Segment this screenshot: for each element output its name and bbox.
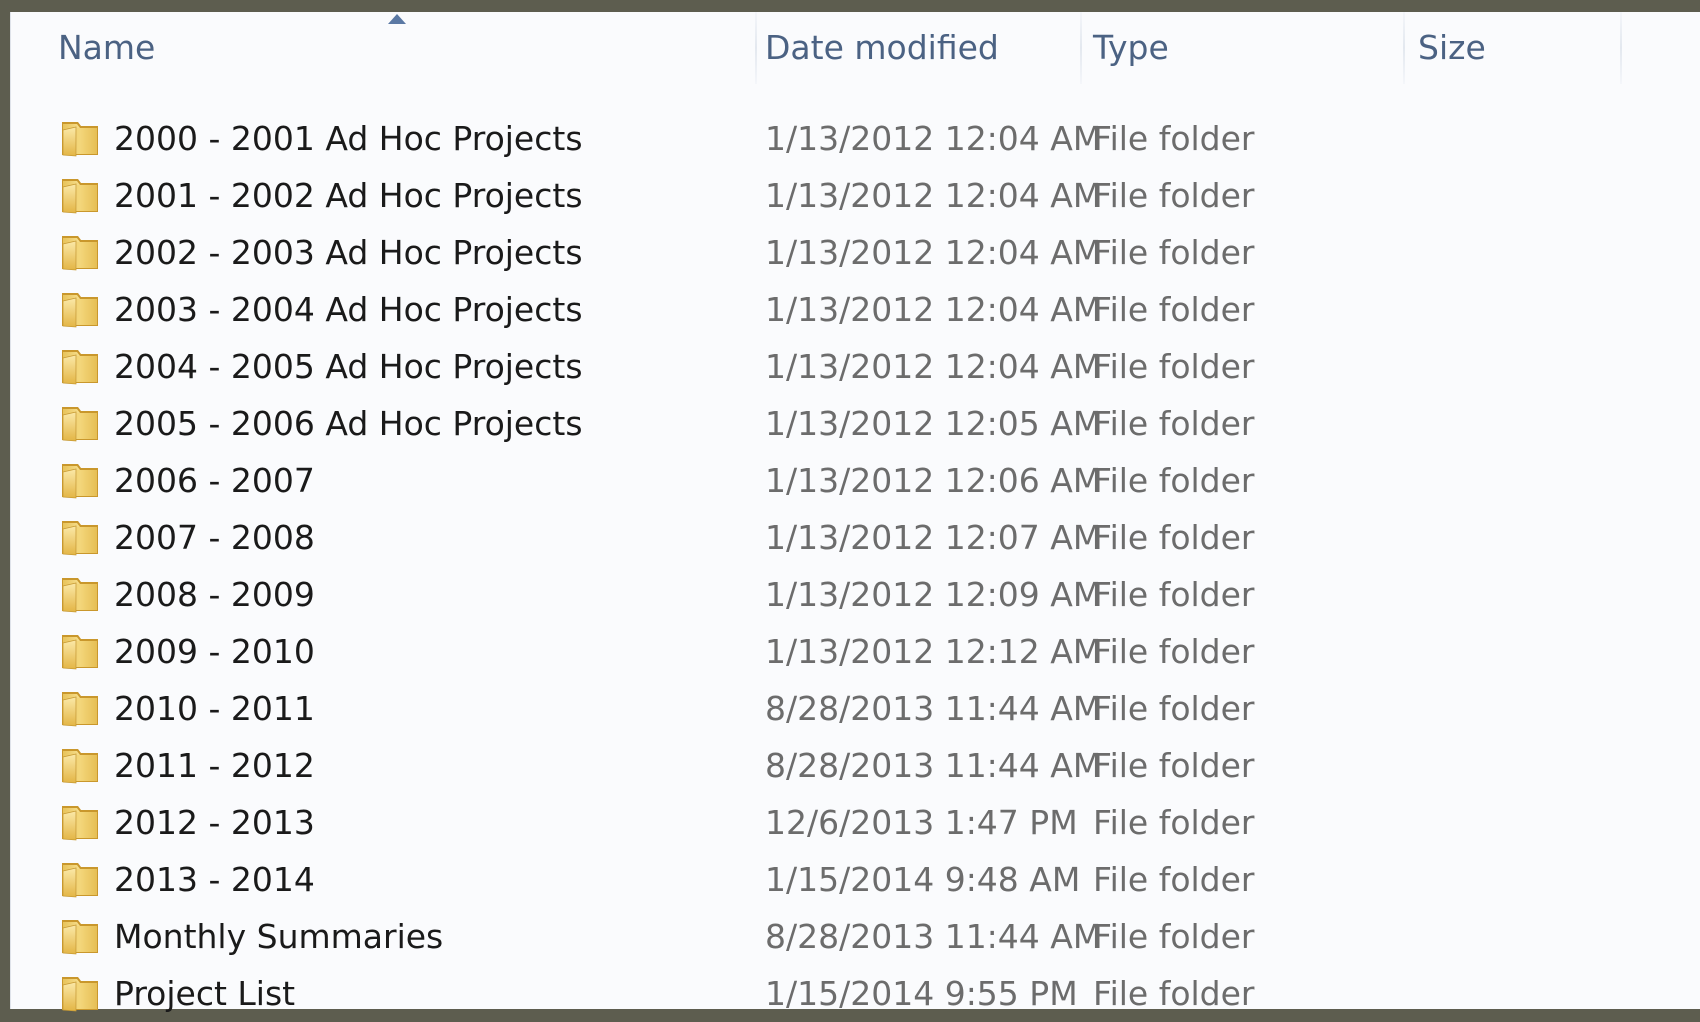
file-date-modified: 1/15/2014 9:55 PM	[765, 974, 1078, 1013]
file-name: 2010 - 2011	[114, 689, 315, 728]
file-date-modified: 8/28/2013 11:44 AM	[765, 689, 1102, 728]
list-item[interactable]: 2004 - 2005 Ad Hoc Projects 1/13/2012 12…	[10, 338, 1700, 395]
file-type: File folder	[1093, 461, 1255, 500]
file-type: File folder	[1093, 518, 1255, 557]
column-header-type[interactable]: Type	[1093, 12, 1393, 84]
file-type: File folder	[1093, 290, 1255, 329]
file-explorer-window: Name Date modified Type Size 2000 - 2001…	[10, 12, 1700, 1013]
folder-icon	[62, 749, 98, 784]
file-type: File folder	[1093, 233, 1255, 272]
file-name: 2003 - 2004 Ad Hoc Projects	[114, 290, 583, 329]
folder-icon	[62, 179, 98, 214]
file-name: 2013 - 2014	[114, 860, 315, 899]
folder-icon	[62, 293, 98, 328]
file-type: File folder	[1093, 689, 1255, 728]
column-header-size[interactable]: Size	[1418, 12, 1618, 84]
list-item[interactable]: 2003 - 2004 Ad Hoc Projects 1/13/2012 12…	[10, 281, 1700, 338]
list-item[interactable]: 2013 - 2014 1/15/2014 9:48 AM File folde…	[10, 851, 1700, 908]
list-item[interactable]: Monthly Summaries 8/28/2013 11:44 AM Fil…	[10, 908, 1700, 965]
file-name: 2012 - 2013	[114, 803, 315, 842]
list-item[interactable]: 2001 - 2002 Ad Hoc Projects 1/13/2012 12…	[10, 167, 1700, 224]
folder-icon	[62, 407, 98, 442]
folder-icon	[62, 920, 98, 955]
list-item[interactable]: 2007 - 2008 1/13/2012 12:07 AM File fold…	[10, 509, 1700, 566]
file-type: File folder	[1093, 632, 1255, 671]
folder-icon	[62, 464, 98, 499]
file-date-modified: 1/13/2012 12:04 AM	[765, 347, 1102, 386]
list-item[interactable]: 2002 - 2003 Ad Hoc Projects 1/13/2012 12…	[10, 224, 1700, 281]
sort-ascending-icon	[388, 14, 406, 24]
folder-icon	[62, 692, 98, 727]
file-name: 2011 - 2012	[114, 746, 315, 785]
file-type: File folder	[1093, 404, 1255, 443]
folder-icon	[62, 122, 98, 157]
column-divider-name[interactable]	[755, 12, 757, 84]
column-divider-size[interactable]	[1620, 12, 1622, 84]
file-name: 2009 - 2010	[114, 632, 315, 671]
file-type: File folder	[1093, 347, 1255, 386]
column-header-date-modified[interactable]: Date modified	[765, 12, 1075, 84]
folder-icon	[62, 236, 98, 271]
file-name: 2006 - 2007	[114, 461, 315, 500]
folder-icon	[62, 806, 98, 841]
file-type: File folder	[1093, 119, 1255, 158]
file-name: 2005 - 2006 Ad Hoc Projects	[114, 404, 583, 443]
file-date-modified: 8/28/2013 11:44 AM	[765, 746, 1102, 785]
file-date-modified: 1/13/2012 12:12 AM	[765, 632, 1102, 671]
file-date-modified: 1/13/2012 12:04 AM	[765, 233, 1102, 272]
file-type: File folder	[1093, 575, 1255, 614]
file-date-modified: 1/13/2012 12:04 AM	[765, 176, 1102, 215]
file-type: File folder	[1093, 860, 1255, 899]
file-name: 2001 - 2002 Ad Hoc Projects	[114, 176, 583, 215]
list-item[interactable]: Project List 1/15/2014 9:55 PM File fold…	[10, 965, 1700, 1022]
file-name: Project List	[114, 974, 296, 1013]
file-date-modified: 1/13/2012 12:07 AM	[765, 518, 1102, 557]
column-divider-type[interactable]	[1403, 12, 1405, 84]
file-name: 2004 - 2005 Ad Hoc Projects	[114, 347, 583, 386]
folder-icon	[62, 977, 98, 1012]
file-date-modified: 1/13/2012 12:06 AM	[765, 461, 1102, 500]
list-item[interactable]: 2009 - 2010 1/13/2012 12:12 AM File fold…	[10, 623, 1700, 680]
file-name: 2007 - 2008	[114, 518, 315, 557]
column-divider-date[interactable]	[1080, 12, 1082, 84]
file-type: File folder	[1093, 803, 1255, 842]
file-date-modified: 1/13/2012 12:05 AM	[765, 404, 1102, 443]
file-date-modified: 1/15/2014 9:48 AM	[765, 860, 1081, 899]
folder-icon	[62, 863, 98, 898]
file-date-modified: 1/13/2012 12:04 AM	[765, 290, 1102, 329]
folder-icon	[62, 521, 98, 556]
list-item[interactable]: 2011 - 2012 8/28/2013 11:44 AM File fold…	[10, 737, 1700, 794]
folder-icon	[62, 635, 98, 670]
list-item[interactable]: 2000 - 2001 Ad Hoc Projects 1/13/2012 12…	[10, 110, 1700, 167]
list-item[interactable]: 2008 - 2009 1/13/2012 12:09 AM File fold…	[10, 566, 1700, 623]
file-type: File folder	[1093, 974, 1255, 1013]
file-type: File folder	[1093, 917, 1255, 956]
list-item[interactable]: 2010 - 2011 8/28/2013 11:44 AM File fold…	[10, 680, 1700, 737]
folder-icon	[62, 578, 98, 613]
list-item[interactable]: 2005 - 2006 Ad Hoc Projects 1/13/2012 12…	[10, 395, 1700, 452]
file-date-modified: 1/13/2012 12:04 AM	[765, 119, 1102, 158]
folder-icon	[62, 350, 98, 385]
list-item[interactable]: 2012 - 2013 12/6/2013 1:47 PM File folde…	[10, 794, 1700, 851]
column-header-bar: Name Date modified Type Size	[10, 12, 1700, 84]
file-type: File folder	[1093, 176, 1255, 215]
file-date-modified: 8/28/2013 11:44 AM	[765, 917, 1102, 956]
file-name: Monthly Summaries	[114, 917, 444, 956]
file-date-modified: 1/13/2012 12:09 AM	[765, 575, 1102, 614]
list-item[interactable]: 2006 - 2007 1/13/2012 12:06 AM File fold…	[10, 452, 1700, 509]
file-type: File folder	[1093, 746, 1255, 785]
file-list: 2000 - 2001 Ad Hoc Projects 1/13/2012 12…	[10, 110, 1700, 1022]
file-name: 2000 - 2001 Ad Hoc Projects	[114, 119, 583, 158]
file-name: 2008 - 2009	[114, 575, 315, 614]
file-name: 2002 - 2003 Ad Hoc Projects	[114, 233, 583, 272]
file-date-modified: 12/6/2013 1:47 PM	[765, 803, 1078, 842]
